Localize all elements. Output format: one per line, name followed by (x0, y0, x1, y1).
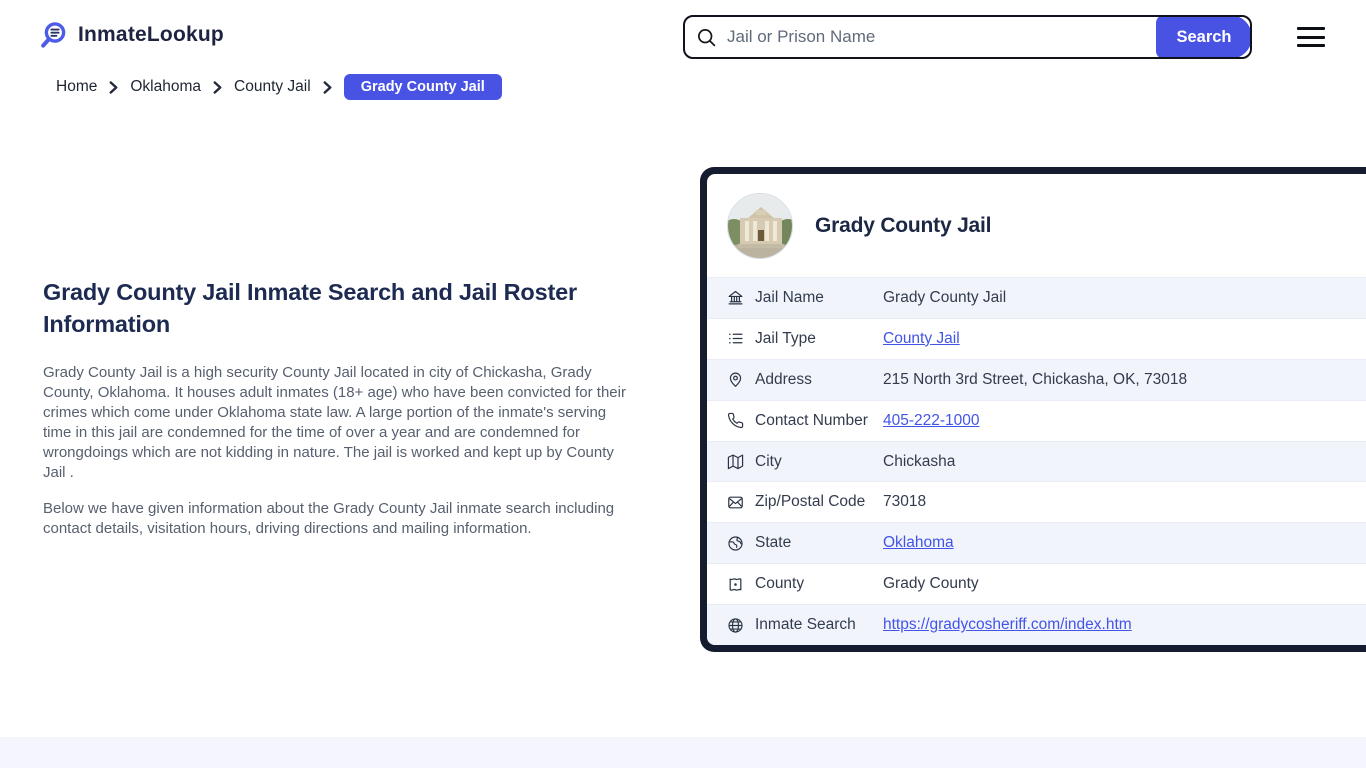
jail-type-link[interactable]: County Jail (883, 330, 960, 348)
globe-americas-icon (727, 535, 744, 552)
list-icon (727, 330, 744, 347)
bank-icon (727, 289, 744, 306)
chevron-right-icon (212, 80, 223, 94)
table-row-city: City Chickasha (707, 440, 1366, 482)
state-link[interactable]: Oklahoma (883, 534, 954, 552)
article: Grady County Jail Inmate Search and Jail… (43, 276, 643, 555)
breadcrumb-current-pill[interactable]: Grady County Jail (343, 74, 502, 100)
location-pin-icon (727, 371, 744, 388)
table-row-state: State Oklahoma (707, 522, 1366, 564)
brand-name: InmateLookup (78, 23, 224, 46)
search-button[interactable]: Search (1156, 17, 1250, 57)
brand-logo[interactable]: InmateLookup (38, 20, 224, 50)
contact-number-link[interactable]: 405-222-1000 (883, 412, 980, 430)
phone-icon (727, 412, 744, 429)
table-row-jail-type: Jail Type County Jail (707, 317, 1366, 359)
search-input[interactable] (717, 27, 1156, 47)
chevron-right-icon (322, 80, 333, 94)
map-icon (727, 453, 744, 470)
search-bar: Search (683, 15, 1252, 59)
breadcrumb-oklahoma[interactable]: Oklahoma (130, 78, 201, 96)
jail-info-card: Grady County Jail Jail Name Grady County… (700, 167, 1366, 652)
chevron-right-icon (108, 80, 119, 94)
table-row-contact-number: Contact Number 405-222-1000 (707, 399, 1366, 441)
jail-details-table: Jail Name Grady County Jail Jail Type Co… (707, 277, 1366, 645)
jail-photo (727, 192, 793, 259)
page-title: Grady County Jail Inmate Search and Jail… (43, 279, 577, 337)
card-header: Grady County Jail (707, 174, 1366, 277)
magnifier-logo-icon (38, 20, 68, 50)
globe-icon (727, 617, 744, 634)
county-map-icon (727, 576, 744, 593)
table-row-jail-name: Jail Name Grady County Jail (707, 277, 1366, 318)
footer-strip (0, 737, 1366, 768)
menu-hamburger-icon[interactable] (1297, 27, 1325, 47)
inmate-search-link[interactable]: https://gradycosheriff.com/index.htm (883, 616, 1132, 634)
breadcrumb-home[interactable]: Home (56, 78, 97, 96)
envelope-icon (727, 494, 744, 511)
jail-card-title: Grady County Jail (815, 213, 992, 237)
table-row-county: County Grady County (707, 563, 1366, 605)
table-row-inmate-search: Inmate Search https://gradycosheriff.com… (707, 604, 1366, 645)
breadcrumb-county-jail[interactable]: County Jail (234, 78, 311, 96)
intro-paragraph: Grady County Jail is a high security Cou… (43, 364, 626, 481)
table-row-address: Address 215 North 3rd Street, Chickasha,… (707, 358, 1366, 400)
breadcrumb: Home Oklahoma County Jail Grady County J… (56, 74, 502, 100)
details-paragraph: Below we have given information about th… (43, 500, 615, 537)
search-icon (696, 27, 717, 48)
table-row-zip: Zip/Postal Code 73018 (707, 481, 1366, 523)
